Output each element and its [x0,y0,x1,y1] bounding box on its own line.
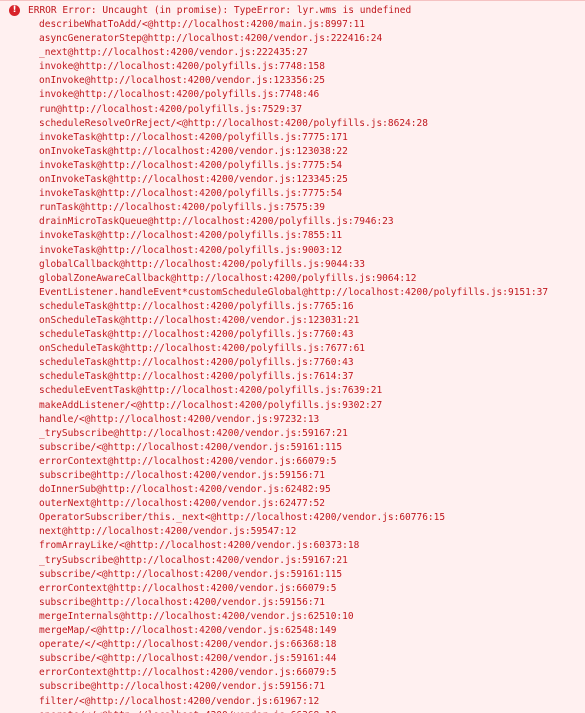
stack-frame[interactable]: invokeTask@http://localhost:4200/polyfil… [39,131,548,145]
stack-frame[interactable]: operate/</<@http://localhost:4200/vendor… [39,638,548,652]
stack-frame[interactable]: subscribe/<@http://localhost:4200/vendor… [39,441,548,455]
stack-frame[interactable]: handle/<@http://localhost:4200/vendor.js… [39,413,548,427]
stack-frame[interactable]: _next@http://localhost:4200/vendor.js:22… [39,46,548,60]
stack-frame[interactable]: errorContext@http://localhost:4200/vendo… [39,582,548,596]
stack-frame[interactable]: scheduleTask@http://localhost:4200/polyf… [39,300,548,314]
stack-frame[interactable]: scheduleTask@http://localhost:4200/polyf… [39,328,548,342]
stack-frame[interactable]: next@http://localhost:4200/vendor.js:595… [39,525,548,539]
stack-frame[interactable]: onScheduleTask@http://localhost:4200/ven… [39,314,548,328]
stack-frame[interactable]: globalCallback@http://localhost:4200/pol… [39,258,548,272]
stack-frame[interactable]: operate/</<@http://localhost:4200/vendor… [39,709,548,713]
stack-frame[interactable]: makeAddListener/<@http://localhost:4200/… [39,399,548,413]
stack-frame[interactable]: runTask@http://localhost:4200/polyfills.… [39,201,548,215]
stack-frame[interactable]: subscribe/<@http://localhost:4200/vendor… [39,568,548,582]
stack-frame[interactable]: invokeTask@http://localhost:4200/polyfil… [39,187,548,201]
stack-frame[interactable]: _trySubscribe@http://localhost:4200/vend… [39,554,548,568]
stack-frame[interactable]: EventListener.handleEvent*customSchedule… [39,286,548,300]
stack-frame[interactable]: fromArrayLike/<@http://localhost:4200/ve… [39,539,548,553]
stack-frame[interactable]: onScheduleTask@http://localhost:4200/pol… [39,342,548,356]
stack-frame[interactable]: subscribe@http://localhost:4200/vendor.j… [39,469,548,483]
stack-frame[interactable]: globalZoneAwareCallback@http://localhost… [39,272,548,286]
stack-frame[interactable]: onInvokeTask@http://localhost:4200/vendo… [39,145,548,159]
stack-frame[interactable]: outerNext@http://localhost:4200/vendor.j… [39,497,548,511]
stack-frame[interactable]: doInnerSub@http://localhost:4200/vendor.… [39,483,548,497]
console-error-panel: ! ERROR Error: Uncaught (in promise): Ty… [0,0,585,713]
stack-frame[interactable]: _trySubscribe@http://localhost:4200/vend… [39,427,548,441]
stack-frame[interactable]: scheduleResolveOrReject/<@http://localho… [39,117,548,131]
stack-frame[interactable]: onInvokeTask@http://localhost:4200/vendo… [39,173,548,187]
stack-frame[interactable]: scheduleTask@http://localhost:4200/polyf… [39,370,548,384]
error-message[interactable]: ERROR Error: Uncaught (in promise): Type… [28,4,411,18]
stack-frame[interactable]: errorContext@http://localhost:4200/vendo… [39,666,548,680]
error-circle-icon: ! [9,5,20,16]
stack-frame[interactable]: filter/<@http://localhost:4200/vendor.js… [39,695,548,709]
stack-frame[interactable]: drainMicroTaskQueue@http://localhost:420… [39,215,548,229]
stack-frame[interactable]: run@http://localhost:4200/polyfills.js:7… [39,103,548,117]
stack-frame[interactable]: errorContext@http://localhost:4200/vendo… [39,455,548,469]
stack-frame[interactable]: invokeTask@http://localhost:4200/polyfil… [39,229,548,243]
stack-frame[interactable]: subscribe/<@http://localhost:4200/vendor… [39,652,548,666]
stack-frame[interactable]: invoke@http://localhost:4200/polyfills.j… [39,88,548,102]
stack-frame[interactable]: scheduleTask@http://localhost:4200/polyf… [39,356,548,370]
stack-frame[interactable]: subscribe@http://localhost:4200/vendor.j… [39,680,548,694]
stack-frame[interactable]: describeWhatToAdd/<@http://localhost:420… [39,18,548,32]
stack-frame[interactable]: invoke@http://localhost:4200/polyfills.j… [39,60,548,74]
stack-frame[interactable]: mergeMap/<@http://localhost:4200/vendor.… [39,624,548,638]
stack-trace: describeWhatToAdd/<@http://localhost:420… [39,18,548,713]
stack-frame[interactable]: invokeTask@http://localhost:4200/polyfil… [39,159,548,173]
stack-frame[interactable]: subscribe@http://localhost:4200/vendor.j… [39,596,548,610]
stack-frame[interactable]: onInvoke@http://localhost:4200/vendor.js… [39,74,548,88]
stack-frame[interactable]: mergeInternals@http://localhost:4200/ven… [39,610,548,624]
stack-frame[interactable]: scheduleEventTask@http://localhost:4200/… [39,384,548,398]
stack-frame[interactable]: invokeTask@http://localhost:4200/polyfil… [39,244,548,258]
stack-frame[interactable]: OperatorSubscriber/this._next<@http://lo… [39,511,548,525]
stack-frame[interactable]: asyncGeneratorStep@http://localhost:4200… [39,32,548,46]
